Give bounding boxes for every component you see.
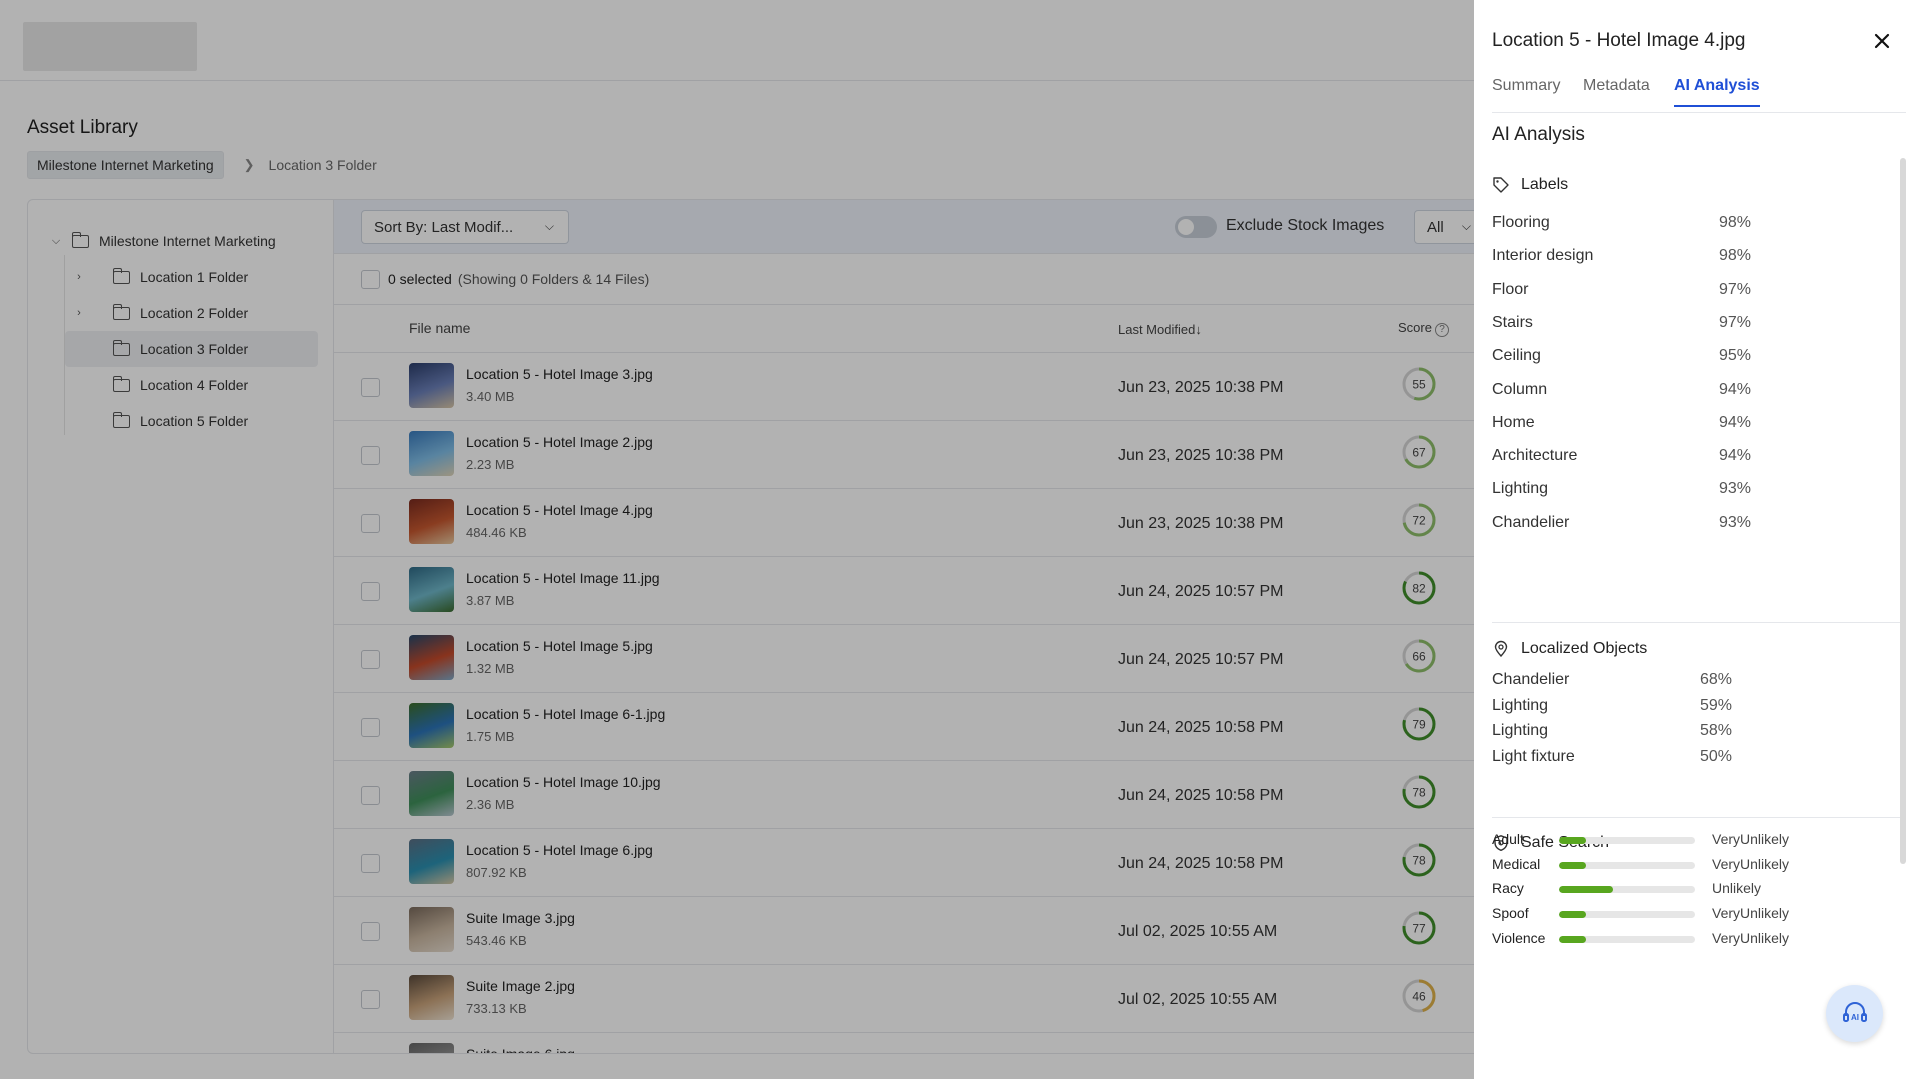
label-name: Chandelier (1492, 513, 1570, 531)
svg-text:AI: AI (1851, 1013, 1859, 1022)
label-name: Column (1492, 380, 1548, 398)
objects-heading: Localized Objects (1492, 640, 1647, 658)
label-row: Stairs 97% (1492, 314, 1872, 332)
safe-search-label: Violence (1492, 929, 1546, 946)
safe-search-bar (1559, 911, 1695, 919)
safe-search-bar (1559, 837, 1695, 844)
object-name: Light fixture (1492, 748, 1575, 766)
asset-library-app: Asset Library Milestone Internet Marketi… (0, 0, 1919, 1079)
label-row: Architecture 94% (1492, 447, 1872, 465)
section-title: AI Analysis (1492, 124, 1585, 145)
safe-search-bar (1559, 935, 1695, 943)
safe-search-label: Adult (1492, 831, 1524, 847)
object-confidence: 58% (1700, 722, 1733, 740)
close-icon[interactable] (1869, 28, 1895, 54)
ai-assistant-button[interactable]: AI (1826, 985, 1883, 1042)
objects-title: Localized Objects (1521, 640, 1648, 657)
object-confidence: 68% (1700, 671, 1733, 688)
safe-search-value: VeryUnlikely (1712, 831, 1790, 847)
safe-search-bar (1559, 861, 1695, 869)
label-row: Home 94% (1492, 414, 1872, 432)
location-pin-icon (1494, 640, 1508, 658)
safe-search-label: Medical (1492, 855, 1541, 872)
drawer-scrollbar[interactable] (1900, 158, 1906, 864)
label-name: Flooring (1492, 214, 1550, 231)
safe-search-value: Unlikely (1712, 880, 1762, 897)
object-row: Chandelier 68% (1492, 671, 1872, 689)
label-row: Flooring 98% (1492, 214, 1872, 232)
safe-search-bar-fill (1559, 837, 1587, 844)
label-row: Interior design 98% (1492, 247, 1872, 265)
tab-ai-analysis[interactable]: AI Analysis (1674, 77, 1760, 107)
object-name: Lighting (1492, 722, 1549, 740)
safe-search-bar-fill (1559, 911, 1587, 919)
details-drawer: Location 5 - Hotel Image 4.jpg Summary M… (1474, 0, 1919, 1079)
label-row: Floor 97% (1492, 281, 1872, 299)
label-confidence: 94% (1719, 413, 1752, 431)
drawer-content: AI Analysis Labels Flooring 98% Interior d… (1474, 114, 1919, 1079)
object-confidence: 59% (1700, 696, 1733, 714)
safe-search-value: VeryUnlikely (1712, 929, 1790, 946)
safe-search-row: Violence VeryUnlikely (1492, 930, 1892, 950)
label-confidence: 93% (1719, 513, 1752, 531)
label-confidence: 95% (1719, 347, 1752, 365)
label-name: Ceiling (1492, 347, 1541, 365)
safe-search-label: Racy (1492, 880, 1524, 897)
object-row: Lighting 58% (1492, 722, 1872, 740)
label-name: Home (1492, 413, 1535, 431)
labels-title: Labels (1521, 176, 1569, 193)
safe-search-label: Spoof (1492, 905, 1529, 922)
safe-search-row: Racy Unlikely (1492, 880, 1892, 900)
label-confidence: 94% (1719, 447, 1752, 465)
object-name: Lighting (1492, 696, 1549, 714)
label-confidence: 97% (1719, 313, 1752, 331)
safe-search-row: Adult VeryUnlikely (1492, 831, 1892, 851)
safe-search-bar-fill (1559, 935, 1587, 943)
safe-search-value: VeryUnlikely (1712, 905, 1790, 922)
modal-backdrop[interactable] (0, 0, 1474, 1079)
label-name: Floor (1492, 280, 1529, 298)
label-confidence: 94% (1719, 380, 1752, 398)
safe-search-row: Spoof VeryUnlikely (1492, 905, 1892, 925)
label-name: Stairs (1492, 313, 1533, 331)
label-confidence: 98% (1719, 247, 1752, 265)
label-confidence: 98% (1719, 214, 1752, 231)
tab-summary[interactable]: Summary (1492, 77, 1560, 105)
label-name: Lighting (1492, 480, 1549, 498)
safe-search-bar-fill (1559, 886, 1614, 894)
ai-assistant-icon: AI (1842, 1001, 1867, 1022)
object-row: Lighting 59% (1492, 697, 1872, 715)
label-name: Interior design (1492, 247, 1594, 265)
label-confidence: 93% (1719, 480, 1752, 498)
safe-search-row: Medical VeryUnlikely (1492, 856, 1892, 876)
safe-search-bar-fill (1559, 861, 1587, 869)
tab-metadata[interactable]: Metadata (1583, 77, 1650, 105)
labels-heading: Labels (1492, 176, 1568, 194)
safe-search-value: VeryUnlikely (1712, 855, 1790, 872)
label-name: Architecture (1492, 447, 1578, 465)
object-row: Light fixture 50% (1492, 748, 1872, 766)
label-row: Ceiling 95% (1492, 347, 1872, 365)
drawer-tabs: Summary Metadata AI Analysis (1492, 77, 1906, 113)
safe-search-bar (1559, 886, 1695, 894)
divider (1492, 622, 1900, 623)
divider (1492, 817, 1900, 818)
label-confidence: 97% (1719, 280, 1752, 298)
label-row: Column 94% (1492, 381, 1872, 399)
drawer-title: Location 5 - Hotel Image 4.jpg (1492, 30, 1746, 51)
object-name: Chandelier (1492, 671, 1570, 688)
tag-icon (1493, 177, 1509, 193)
label-row: Lighting 93% (1492, 480, 1872, 498)
label-row: Chandelier 93% (1492, 514, 1872, 532)
object-confidence: 50% (1700, 748, 1733, 766)
